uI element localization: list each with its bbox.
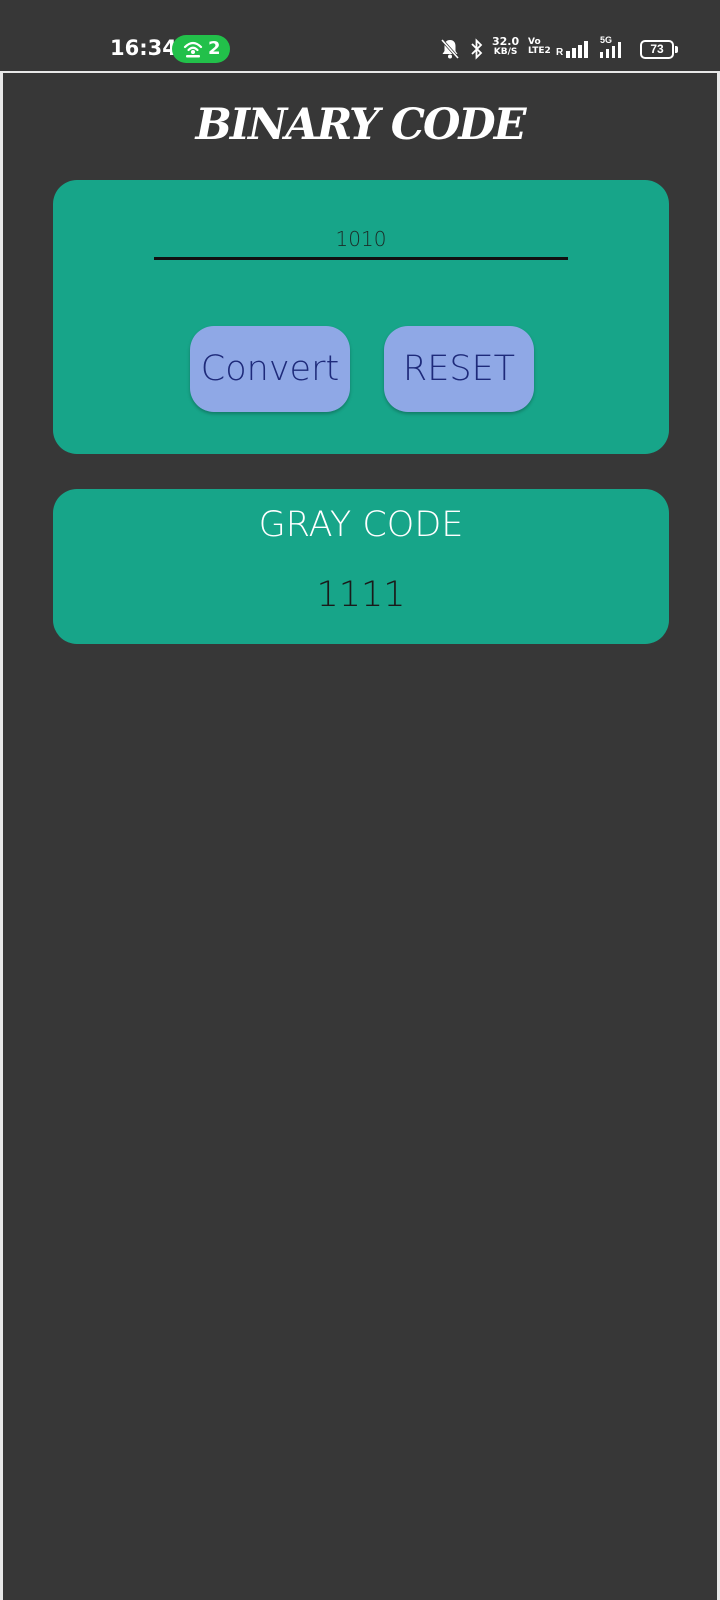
status-time: 16:34	[110, 36, 177, 60]
bluetooth-icon	[471, 38, 483, 60]
convert-button[interactable]: Convert	[190, 326, 350, 412]
status-bar: 16:34 2 32.0 KB/S Vo LTE2 R 5G 73	[0, 0, 720, 72]
signal-icon	[566, 41, 588, 58]
result-value: 1111	[316, 575, 406, 615]
converter-card: Convert RESET	[53, 180, 669, 454]
net-speed-value: 32.0	[492, 35, 520, 48]
binary-input[interactable]	[154, 220, 568, 260]
mute-icon	[440, 39, 460, 59]
signal-icon-2	[600, 42, 621, 58]
reset-button[interactable]: RESET	[384, 326, 534, 412]
hotspot-icon	[183, 41, 203, 58]
net-speed-unit: KB/S	[493, 47, 518, 57]
battery-icon: 73	[640, 40, 674, 59]
result-label: GRAY CODE	[258, 505, 464, 545]
hotspot-indicator[interactable]: 2	[172, 35, 230, 63]
volte-indicator: Vo LTE2	[528, 38, 551, 56]
net-speed: 32.0 KB/S	[492, 36, 519, 58]
top-divider	[0, 71, 720, 73]
result-card: GRAY CODE 1111	[53, 489, 669, 644]
volte-bottom: LTE2	[528, 46, 551, 56]
roaming-indicator: R	[556, 47, 564, 58]
hotspot-count: 2	[208, 38, 221, 59]
app-title: BINARY CODE	[195, 100, 527, 150]
battery-tip	[675, 46, 678, 53]
frame-left-edge	[0, 72, 3, 1600]
